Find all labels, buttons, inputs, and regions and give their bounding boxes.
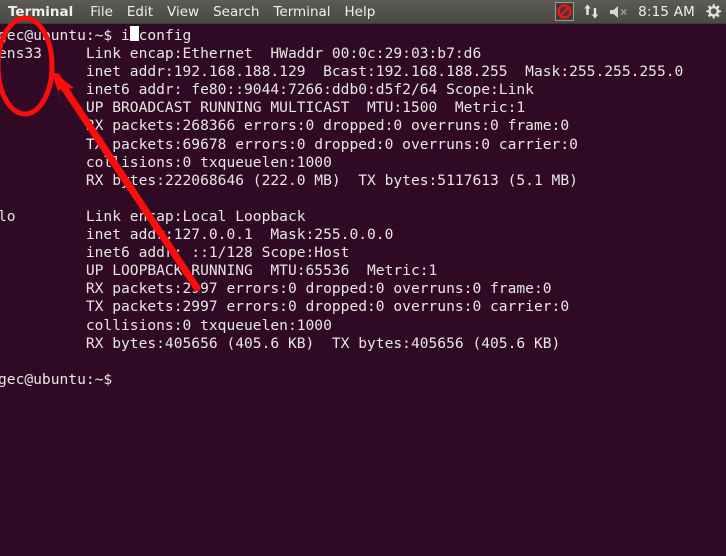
terminal-prompt-line: gec@ubuntu:~$	[0, 370, 122, 388]
terminal-line: collisions:0 txqueuelen:1000	[0, 316, 332, 334]
terminal-line: RX packets:268366 errors:0 dropped:0 ove…	[0, 117, 570, 135]
terminal-line: UP BROADCAST RUNNING MULTICAST MTU:1500 …	[0, 99, 526, 117]
terminal-output-area[interactable]: gec@ubuntu:~$ ifconfig ens33 Link encap:…	[0, 24, 726, 556]
menu-search[interactable]: Search	[206, 0, 266, 24]
terminal-line: inet6 addr: ::1/128 Scope:Host	[0, 244, 350, 262]
menu-app-terminal[interactable]: Terminal	[4, 0, 83, 24]
menu-bar-left-group: Terminal File Edit View Search Terminal …	[0, 0, 382, 23]
menu-file[interactable]: File	[83, 0, 120, 24]
menu-view[interactable]: View	[160, 0, 206, 24]
terminal-line: gec@ubuntu:~$ ifconfig	[0, 27, 192, 44]
menu-bar: Terminal File Edit View Search Terminal …	[0, 0, 726, 24]
terminal-line: inet6 addr: fe80::9044:7266:ddb0:d5f2/64…	[0, 81, 534, 99]
terminal-lines: gec@ubuntu:~$ ifconfig ens33 Link encap:…	[0, 27, 726, 389]
speaker-muted-icon[interactable]	[609, 0, 629, 24]
terminal-line: RX bytes:222068646 (222.0 MB) TX bytes:5…	[0, 171, 578, 189]
prohibition-sign-icon[interactable]	[555, 0, 575, 24]
terminal-line: lo Link encap:Local Loopback	[0, 207, 306, 225]
terminal-line: RX bytes:405656 (405.6 KB) TX bytes:4056…	[0, 334, 561, 352]
menu-terminal[interactable]: Terminal	[266, 0, 337, 24]
terminal-line: RX packets:2997 errors:0 dropped:0 overr…	[0, 280, 552, 298]
terminal-line: inet addr:127.0.0.1 Mask:255.0.0.0	[0, 226, 394, 244]
terminal-line: collisions:0 txqueuelen:1000	[0, 153, 332, 171]
menu-help[interactable]: Help	[338, 0, 383, 24]
terminal-line: TX packets:69678 errors:0 dropped:0 over…	[0, 135, 578, 153]
screen-root: Terminal File Edit View Search Terminal …	[0, 0, 726, 556]
clock[interactable]: 8:15 AM	[638, 4, 695, 20]
menu-edit[interactable]: Edit	[120, 0, 160, 24]
system-tray: 8:15 AM	[555, 0, 726, 23]
gear-icon[interactable]	[704, 0, 722, 24]
network-up-down-arrows-icon[interactable]	[583, 0, 600, 24]
terminal-line: inet addr:192.168.188.129 Bcast:192.168.…	[0, 63, 684, 81]
terminal-line: ens33 Link encap:Ethernet HWaddr 00:0c:2…	[0, 45, 482, 63]
terminal-cursor	[130, 26, 139, 41]
terminal-line: UP LOOPBACK RUNNING MTU:65536 Metric:1	[0, 262, 438, 280]
terminal-line: TX packets:2997 errors:0 dropped:0 overr…	[0, 298, 570, 316]
